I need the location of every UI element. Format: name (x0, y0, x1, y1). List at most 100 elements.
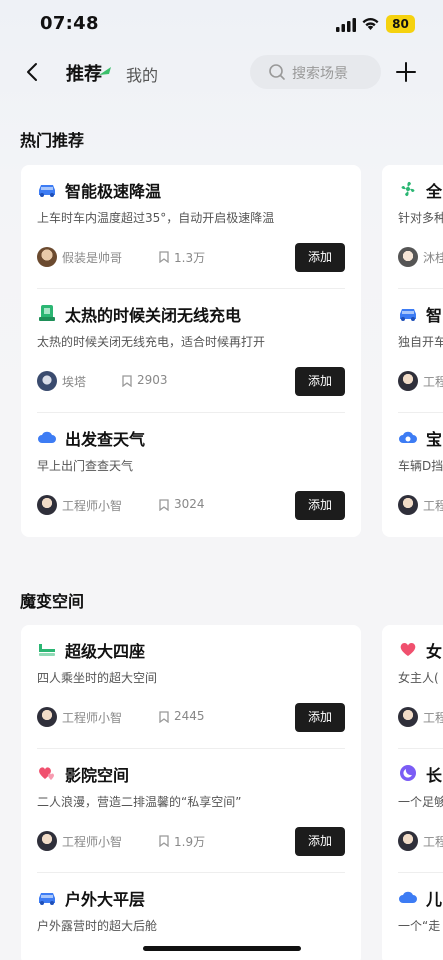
scene-desc: 早上出门查查天气 (37, 459, 134, 473)
cloud-icon (38, 431, 56, 443)
scene-card-hot: 智能极速降温 上车时车内温度超过35°，自动开启极速降温 假装是帅哥 1.3万 … (21, 165, 361, 537)
scene-card-space: 超级大四座 四人乘坐时的超大空间 工程师小智 2445 添加 影院空间 二人浪漫… (21, 625, 361, 960)
scene-desc: 太热的时候关闭无线充电，适合时候再打开 (37, 335, 266, 349)
scene-item-peek[interactable]: 长 一个足够 工程 (382, 749, 443, 873)
avatar (398, 247, 418, 267)
author-name: 工程 (423, 711, 443, 725)
author-name: 沐桂 (423, 251, 443, 265)
car-snow-icon (39, 185, 55, 197)
scene-desc: 户外露营时的超大后舱 (37, 919, 158, 933)
tab-mine[interactable]: 我的 (126, 62, 158, 86)
scene-title: 智能极速降温 (65, 182, 162, 201)
cloud-moon-icon (399, 431, 417, 443)
avatar (398, 371, 418, 391)
save-count: 1.9万 (174, 835, 206, 849)
author-name: 工程师小智 (62, 835, 123, 849)
scene-title: 智 (426, 306, 443, 325)
signal-icon (336, 18, 356, 32)
scene-item[interactable]: 影院空间 二人浪漫，营造二排温馨的“私享空间” 工程师小智 1.9万 添加 (21, 749, 361, 873)
search-placeholder: 搜索场景 (292, 66, 348, 82)
tab-active-indicator (99, 67, 111, 75)
scene-item-peek[interactable]: 全 针对多种 沐桂 (382, 165, 443, 289)
section-title-space: 魔变空间 (20, 592, 85, 611)
scene-item[interactable]: 智能极速降温 上车时车内温度超过35°，自动开启极速降温 假装是帅哥 1.3万 … (21, 165, 361, 289)
avatar (37, 707, 57, 727)
car-flat-icon (39, 893, 55, 905)
bookmark-icon (159, 835, 169, 847)
author-name: 埃塔 (62, 375, 87, 389)
author-name: 假装是帅哥 (62, 251, 123, 265)
status-time: 07:48 (40, 13, 99, 34)
save-count: 2445 (174, 709, 205, 723)
moon-icon (400, 765, 416, 781)
avatar (37, 831, 57, 851)
scene-item-peek[interactable]: 女 女主人( 工程 (382, 625, 443, 749)
chevron-left-icon[interactable] (20, 60, 44, 84)
scene-item-peek[interactable]: 宝 车辆D挡 工程 (382, 413, 443, 537)
scene-title: 宝 (426, 430, 443, 449)
section-title-hot: 热门推荐 (20, 131, 85, 150)
add-button[interactable]: 添加 (295, 243, 345, 272)
fan-icon (401, 181, 415, 197)
scene-item[interactable]: 超级大四座 四人乘坐时的超大空间 工程师小智 2445 添加 (21, 625, 361, 749)
status-bar: 07:48 80 (0, 0, 443, 50)
scene-desc: 二人浪漫，营造二排温馨的“私享空间” (37, 795, 242, 809)
plus-icon[interactable] (395, 61, 417, 83)
scene-title: 出发查天气 (65, 430, 146, 449)
scene-desc: 一个“走 (398, 919, 441, 933)
scene-item[interactable]: 出发查天气 早上出门查查天气 工程师小智 3024 添加 (21, 413, 361, 537)
heart-icon (400, 643, 416, 656)
avatar (398, 831, 418, 851)
scene-title: 长 (426, 766, 443, 785)
bookmark-icon (159, 499, 169, 511)
car-icon (400, 309, 416, 321)
search-icon (269, 64, 285, 80)
cloud-icon (399, 891, 417, 903)
avatar (37, 247, 57, 267)
author-name: 工程 (423, 499, 443, 513)
scene-desc: 独自开车 (398, 335, 443, 349)
bookmark-icon (122, 375, 132, 387)
tab-recommend[interactable]: 推荐 (66, 60, 102, 86)
scene-title: 儿 (426, 890, 443, 909)
scene-card-peek: 全 针对多种 沐桂 智 独自开车 工程 宝 车辆D挡 工程 (382, 165, 443, 537)
scene-desc: 上车时车内温度超过35°，自动开启极速降温 (37, 211, 275, 225)
avatar (398, 707, 418, 727)
scene-item-peek[interactable]: 智 独自开车 工程 (382, 289, 443, 413)
avatar (37, 371, 57, 391)
wifi-icon (362, 18, 379, 30)
scene-item[interactable]: 太热的时候关闭无线充电 太热的时候关闭无线充电，适合时候再打开 埃塔 2903 … (21, 289, 361, 413)
save-count: 3024 (174, 497, 205, 511)
save-count: 2903 (137, 373, 168, 387)
author-name: 工程 (423, 835, 443, 849)
scene-item-peek[interactable]: 儿 一个“走 (382, 873, 443, 960)
scene-desc: 女主人( (398, 671, 439, 685)
scene-title: 户外大平层 (65, 890, 146, 909)
author-name: 工程 (423, 375, 443, 389)
add-button[interactable]: 添加 (295, 827, 345, 856)
scene-title: 女 (426, 642, 443, 661)
avatar (37, 495, 57, 515)
scene-desc: 针对多种 (398, 211, 443, 225)
nav-bar: 推荐 我的 搜索场景 (0, 50, 443, 94)
scene-title: 超级大四座 (65, 642, 146, 661)
battery-badge: 80 (386, 15, 415, 33)
scene-desc: 车辆D挡 (398, 459, 443, 473)
seat-icon (39, 644, 55, 656)
scene-title: 全 (426, 182, 443, 201)
scene-title: 影院空间 (65, 766, 130, 785)
hearts-icon (39, 767, 54, 780)
author-name: 工程师小智 (62, 499, 123, 513)
bookmark-icon (159, 711, 169, 723)
phone-charge-icon (39, 305, 55, 321)
bookmark-icon (159, 251, 169, 263)
add-button[interactable]: 添加 (295, 491, 345, 520)
avatar (398, 495, 418, 515)
home-indicator[interactable] (143, 946, 301, 951)
add-button[interactable]: 添加 (295, 703, 345, 732)
search-input[interactable]: 搜索场景 (250, 55, 381, 89)
add-button[interactable]: 添加 (295, 367, 345, 396)
save-count: 1.3万 (174, 251, 206, 265)
author-name: 工程师小智 (62, 711, 123, 725)
scene-desc: 四人乘坐时的超大空间 (37, 671, 158, 685)
